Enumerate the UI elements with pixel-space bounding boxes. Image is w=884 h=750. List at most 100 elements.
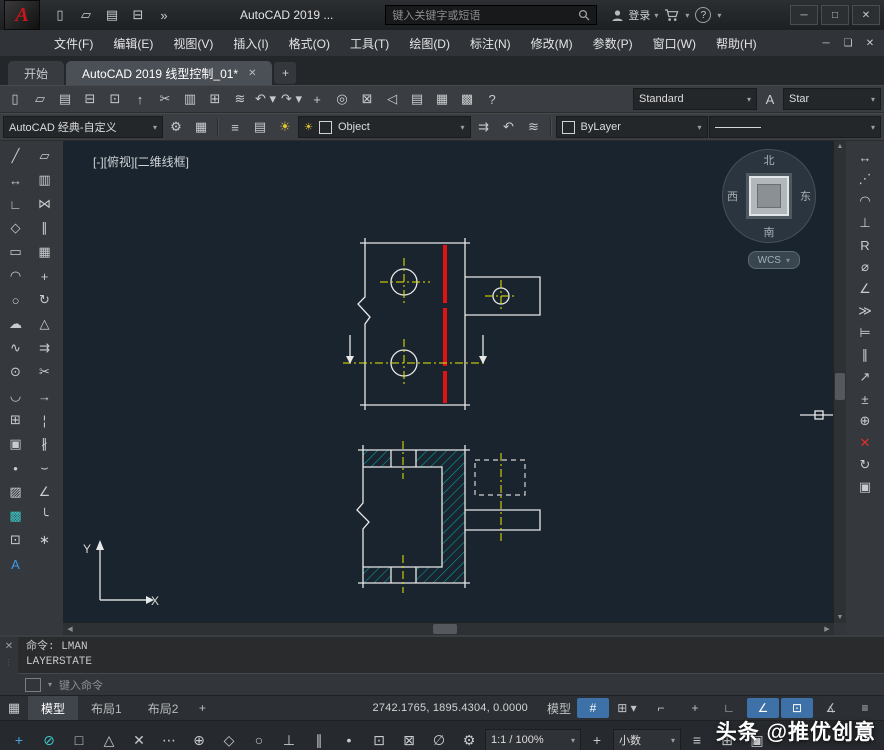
snap-toggle[interactable]: ⊞ ▾	[611, 698, 643, 718]
tab-active-document[interactable]: AutoCAD 2019 线型控制_01* ✕	[66, 61, 273, 85]
menu-modify[interactable]: 修改(M)	[521, 31, 583, 56]
dim-tolerance-icon[interactable]: ±	[853, 389, 877, 409]
viewport-controls-label[interactable]: [-][俯视][二维线框]	[93, 153, 189, 170]
zoom-previous-icon[interactable]: ◁	[380, 89, 404, 109]
viewcube[interactable]	[749, 176, 789, 216]
osnap-toggle[interactable]: ⊡	[781, 698, 813, 718]
osnap-extension-icon[interactable]: ⋯	[155, 728, 183, 750]
text-style-icon[interactable]: A	[758, 89, 782, 109]
zoom-realtime-icon[interactable]: ◎	[330, 89, 354, 109]
layout-tab-layout2[interactable]: 布局2	[135, 696, 192, 720]
cut-icon[interactable]: ✂	[153, 89, 177, 109]
command-caret-icon[interactable]: ▾	[48, 680, 52, 689]
dim-style-combo[interactable]: Standard	[633, 88, 757, 110]
menu-draw[interactable]: 绘图(D)	[399, 31, 460, 56]
tab-start[interactable]: 开始	[8, 61, 65, 85]
polar-toggle[interactable]: ∠	[747, 698, 779, 718]
osnap-temporary-track-icon[interactable]: +	[5, 728, 33, 750]
publish-icon[interactable]: ↑	[128, 89, 152, 109]
tool-palettes-icon[interactable]: ▩	[455, 89, 479, 109]
dim-continue-icon[interactable]: ∥	[853, 345, 877, 365]
fillet-tool-icon[interactable]: ╰	[32, 505, 58, 527]
command-input[interactable]: ▾ 键入命令	[18, 673, 884, 695]
osnap-node-icon[interactable]: •	[335, 728, 363, 750]
plot-preview-icon[interactable]: ⊡	[103, 89, 127, 109]
designcenter-icon[interactable]: ▦	[430, 89, 454, 109]
layout-tab-model[interactable]: 模型	[28, 696, 79, 720]
osnap-perpendicular-icon[interactable]: ⊥	[275, 728, 303, 750]
zoom-window-icon[interactable]: ⊠	[355, 89, 379, 109]
gradient-tool-icon[interactable]: ▩	[3, 505, 29, 527]
scroll-right-icon[interactable]: ▶	[821, 625, 833, 633]
layer-combo[interactable]: ☀ Object	[298, 116, 471, 138]
menu-file[interactable]: 文件(F)	[44, 31, 103, 56]
plot-icon[interactable]: ⊟	[78, 89, 102, 109]
osnap-quadrant-icon[interactable]: ◇	[215, 728, 243, 750]
dim-linear-icon[interactable]: ↔	[853, 147, 877, 167]
cart-icon[interactable]	[664, 8, 679, 22]
menu-edit[interactable]: 编辑(E)	[103, 31, 163, 56]
new-icon[interactable]: ▯	[3, 89, 27, 109]
array-tool-icon[interactable]: ▦	[32, 241, 58, 263]
workspace-settings-gear-icon[interactable]: ⚙	[164, 117, 188, 137]
layer-properties-icon[interactable]: ≡	[223, 117, 247, 137]
command-close-icon[interactable]: ✕	[5, 641, 13, 652]
titlebar-maximize-button[interactable]: □	[821, 5, 849, 25]
osnap-from-icon[interactable]: ⊘	[35, 728, 63, 750]
break-tool-icon[interactable]: ∦	[32, 433, 58, 455]
command-customize-icon[interactable]	[25, 677, 41, 692]
qat-open-icon[interactable]: ▱	[74, 5, 98, 25]
titlebar-minimize-button[interactable]: ─	[790, 5, 818, 25]
scroll-left-icon[interactable]: ◀	[64, 625, 76, 633]
move-tool-icon[interactable]: +	[32, 265, 58, 287]
dim-baseline-icon[interactable]: ⊨	[853, 323, 877, 343]
osnap-midpoint-icon[interactable]: △	[95, 728, 123, 750]
layer-on-off-sun-icon[interactable]: ☀	[273, 117, 297, 137]
table-style-combo[interactable]: Star	[783, 88, 881, 110]
qat-new-icon[interactable]: ▯	[48, 5, 72, 25]
layer-previous-icon[interactable]: ↶	[497, 117, 521, 137]
dim-quick-icon[interactable]: ≫	[853, 301, 877, 321]
compass-west-label[interactable]: 西	[727, 188, 738, 204]
infer-constraints-toggle[interactable]: ⌐	[645, 698, 677, 718]
layer-states-icon[interactable]: ▤	[248, 117, 272, 137]
annotation-scale-combo[interactable]: 1:1 / 100%	[485, 729, 581, 750]
scroll-up-icon[interactable]: ▲	[834, 143, 846, 150]
search-icon[interactable]	[578, 9, 590, 21]
quick-view-layouts-icon[interactable]: ▦	[2, 698, 26, 718]
dynamic-input-toggle[interactable]: +	[679, 698, 711, 718]
scale-tool-icon[interactable]: △	[32, 313, 58, 335]
make-object-layer-current-icon[interactable]: ⇉	[472, 117, 496, 137]
dim-angular-icon[interactable]: ∠	[853, 279, 877, 299]
status-model-button[interactable]: 模型	[543, 698, 575, 718]
dim-diameter-icon[interactable]: ⌀	[853, 257, 877, 277]
grid-toggle[interactable]: #	[577, 698, 609, 718]
horizontal-scroll-thumb[interactable]	[433, 624, 457, 634]
snap-grid-icon[interactable]: ▦	[189, 117, 213, 137]
qat-customize-icon[interactable]: »	[152, 5, 176, 25]
autocad-logo[interactable]: A	[4, 0, 40, 30]
osnap-intersection-icon[interactable]: ✕	[125, 728, 153, 750]
vertical-scrollbar[interactable]: ▲ ▼	[833, 141, 846, 623]
search-input[interactable]: 键入关键字或短语	[385, 5, 598, 25]
hatch-tool-icon[interactable]: ▨	[3, 481, 29, 503]
properties-icon[interactable]: ▤	[405, 89, 429, 109]
crosshair-icon[interactable]: +	[583, 728, 611, 750]
horizontal-scrollbar[interactable]: ◀ ▶	[63, 622, 834, 635]
signin-button[interactable]: 登录 ▾	[611, 7, 658, 23]
command-grip[interactable]: ⋮	[5, 658, 14, 667]
osnap-tangent-icon[interactable]: ○	[245, 728, 273, 750]
ucs-icon[interactable]: Y X	[83, 540, 159, 608]
qat-plot-icon[interactable]: ⊟	[126, 5, 150, 25]
copy-icon[interactable]: ▥	[178, 89, 202, 109]
doc-restore-button[interactable]: ❏	[838, 35, 858, 51]
qat-save-icon[interactable]: ▤	[100, 5, 124, 25]
compass-north-label[interactable]: 北	[764, 152, 775, 168]
rotate-tool-icon[interactable]: ↻	[32, 289, 58, 311]
dim-leader-icon[interactable]: ↗	[853, 367, 877, 387]
color-combo[interactable]: ByLayer	[555, 116, 708, 138]
help-icon[interactable]: ?	[480, 89, 504, 109]
precision-combo[interactable]: 小数	[613, 729, 681, 750]
join-tool-icon[interactable]: ⌣	[32, 457, 58, 479]
osnap-center-icon[interactable]: ⊕	[185, 728, 213, 750]
